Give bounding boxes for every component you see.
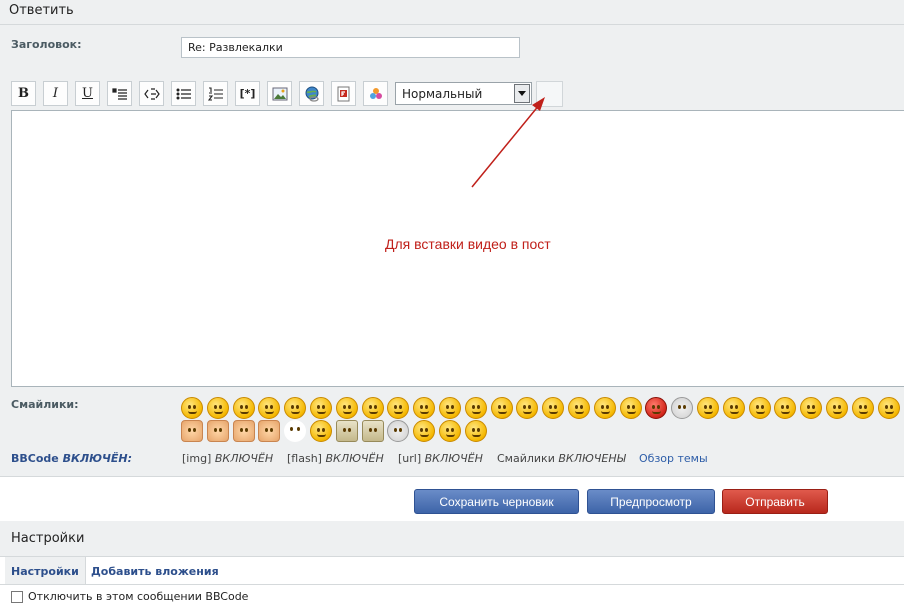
img-status: [img] ВКЛЮЧЁН xyxy=(182,452,273,465)
numbered-list-button[interactable] xyxy=(203,81,228,106)
neutral-icon[interactable] xyxy=(749,397,771,419)
subject-label: Заголовок: xyxy=(11,38,82,51)
url-state: ВКЛЮЧЁН xyxy=(424,452,483,465)
flash-tag: [flash] xyxy=(287,452,322,465)
settings-panel: Настройки Настройки Добавить вложения От… xyxy=(0,521,904,607)
url-tag: [url] xyxy=(398,452,422,465)
smileys-text: Смайлики xyxy=(497,452,555,465)
code-button[interactable] xyxy=(139,81,164,106)
cool-icon[interactable] xyxy=(284,397,306,419)
star-icon[interactable] xyxy=(413,420,435,442)
smile-icon[interactable] xyxy=(465,397,487,419)
thumbs-up-icon[interactable] xyxy=(233,420,255,442)
geek-icon[interactable] xyxy=(516,397,538,419)
flash-status: [flash] ВКЛЮЧЁН xyxy=(287,452,384,465)
laugh-icon[interactable] xyxy=(258,397,280,419)
image-button[interactable] xyxy=(267,81,292,106)
yell-icon[interactable] xyxy=(800,397,822,419)
handshake-icon[interactable] xyxy=(181,420,203,442)
wink-icon[interactable] xyxy=(491,397,513,419)
flash-icon xyxy=(337,86,349,101)
tab-settings[interactable]: Настройки xyxy=(5,557,86,585)
save-draft-button[interactable]: Сохранить черновик xyxy=(414,489,579,514)
neutral-icon[interactable] xyxy=(723,397,745,419)
sleepy-icon[interactable] xyxy=(594,397,616,419)
numbered-list-icon xyxy=(207,86,223,101)
thumbs-down-icon[interactable] xyxy=(258,420,280,442)
smileys-label: Смайлики: xyxy=(11,398,79,411)
annotation-text: Для вставки видео в пост xyxy=(385,236,551,252)
panel-divider-bottom xyxy=(0,476,904,477)
evil-grin-icon[interactable] xyxy=(413,397,435,419)
bullet-list-icon xyxy=(176,88,191,99)
beer-icon[interactable] xyxy=(362,420,384,442)
grin-icon[interactable] xyxy=(387,397,409,419)
underline-button[interactable]: U xyxy=(75,81,100,106)
disable-bbcode-label: Отключить в этом сообщении BBCode xyxy=(28,590,249,603)
surprised-icon[interactable] xyxy=(439,397,461,419)
url-status: [url] ВКЛЮЧЁН xyxy=(398,452,483,465)
cat-icon[interactable] xyxy=(439,420,461,442)
neutral-icon[interactable] xyxy=(336,397,358,419)
italic-button[interactable]: I xyxy=(43,81,68,106)
whistle-icon[interactable] xyxy=(826,397,848,419)
list-item-button[interactable]: [*] xyxy=(235,81,260,106)
reply-panel-title: Ответить xyxy=(9,3,74,18)
submit-button[interactable]: Отправить xyxy=(722,489,828,514)
color-button[interactable] xyxy=(363,81,388,106)
quote-icon xyxy=(111,87,127,100)
angry-icon[interactable] xyxy=(697,397,719,419)
smile-icon[interactable] xyxy=(181,397,203,419)
annotation-arrow xyxy=(471,97,545,188)
code-icon xyxy=(143,87,160,100)
tab-attachments[interactable]: Добавить вложения xyxy=(85,557,225,585)
disable-bbcode-checkbox[interactable] xyxy=(11,591,23,603)
cry-icon[interactable] xyxy=(362,397,384,419)
settings-body: Отключить в этом сообщении BBCode xyxy=(0,584,904,607)
smile-icon[interactable] xyxy=(620,397,642,419)
img-state: ВКЛЮЧЁН xyxy=(214,452,274,465)
settings-title: Настройки xyxy=(11,531,85,546)
shocked-icon[interactable] xyxy=(568,397,590,419)
settings-tabs: Настройки Добавить вложения xyxy=(0,556,904,585)
bbcode-label-state: ВКЛЮЧЁН: xyxy=(62,452,133,465)
bullet-list-button[interactable] xyxy=(171,81,196,106)
image-icon xyxy=(272,87,287,100)
smileys-status: Смайлики ВКЛЮЧЕНЫ xyxy=(497,452,626,465)
panel-divider xyxy=(0,24,904,25)
eye-roll-icon[interactable] xyxy=(671,397,693,419)
confused-icon[interactable] xyxy=(310,397,332,419)
monkey-icon[interactable] xyxy=(465,420,487,442)
quote-button[interactable] xyxy=(107,81,132,106)
bbcode-label: BBCode xyxy=(11,452,59,465)
mug-icon[interactable] xyxy=(336,420,358,442)
link-button[interactable] xyxy=(299,81,324,106)
sick-icon[interactable] xyxy=(852,397,874,419)
hourglass-icon[interactable] xyxy=(387,420,409,442)
smileys-state: ВКЛЮЧЕНЫ xyxy=(558,452,626,465)
subject-input[interactable]: Re: Развлекалки xyxy=(181,37,520,58)
bold-button[interactable]: B xyxy=(11,81,36,106)
happy-icon[interactable] xyxy=(542,397,564,419)
fist-icon[interactable] xyxy=(207,420,229,442)
dollar-icon[interactable] xyxy=(310,420,332,442)
blank-icon[interactable] xyxy=(284,420,306,442)
flash-state: ВКЛЮЧЁН xyxy=(325,452,384,465)
color-palette-icon xyxy=(369,87,382,99)
preview-button[interactable]: Предпросмотр xyxy=(587,489,715,514)
flash-button[interactable] xyxy=(331,81,356,106)
bbcode-status-label: BBCode ВКЛЮЧЁН: xyxy=(11,452,132,465)
devil-icon[interactable] xyxy=(645,397,667,419)
img-tag: [img] xyxy=(182,452,212,465)
globe-link-icon xyxy=(305,86,319,102)
sad-icon[interactable] xyxy=(207,397,229,419)
thinking-icon[interactable] xyxy=(774,397,796,419)
smile-icon[interactable] xyxy=(233,397,255,419)
topic-review-link[interactable]: Обзор темы xyxy=(639,452,708,465)
dizzy-icon[interactable] xyxy=(878,397,900,419)
